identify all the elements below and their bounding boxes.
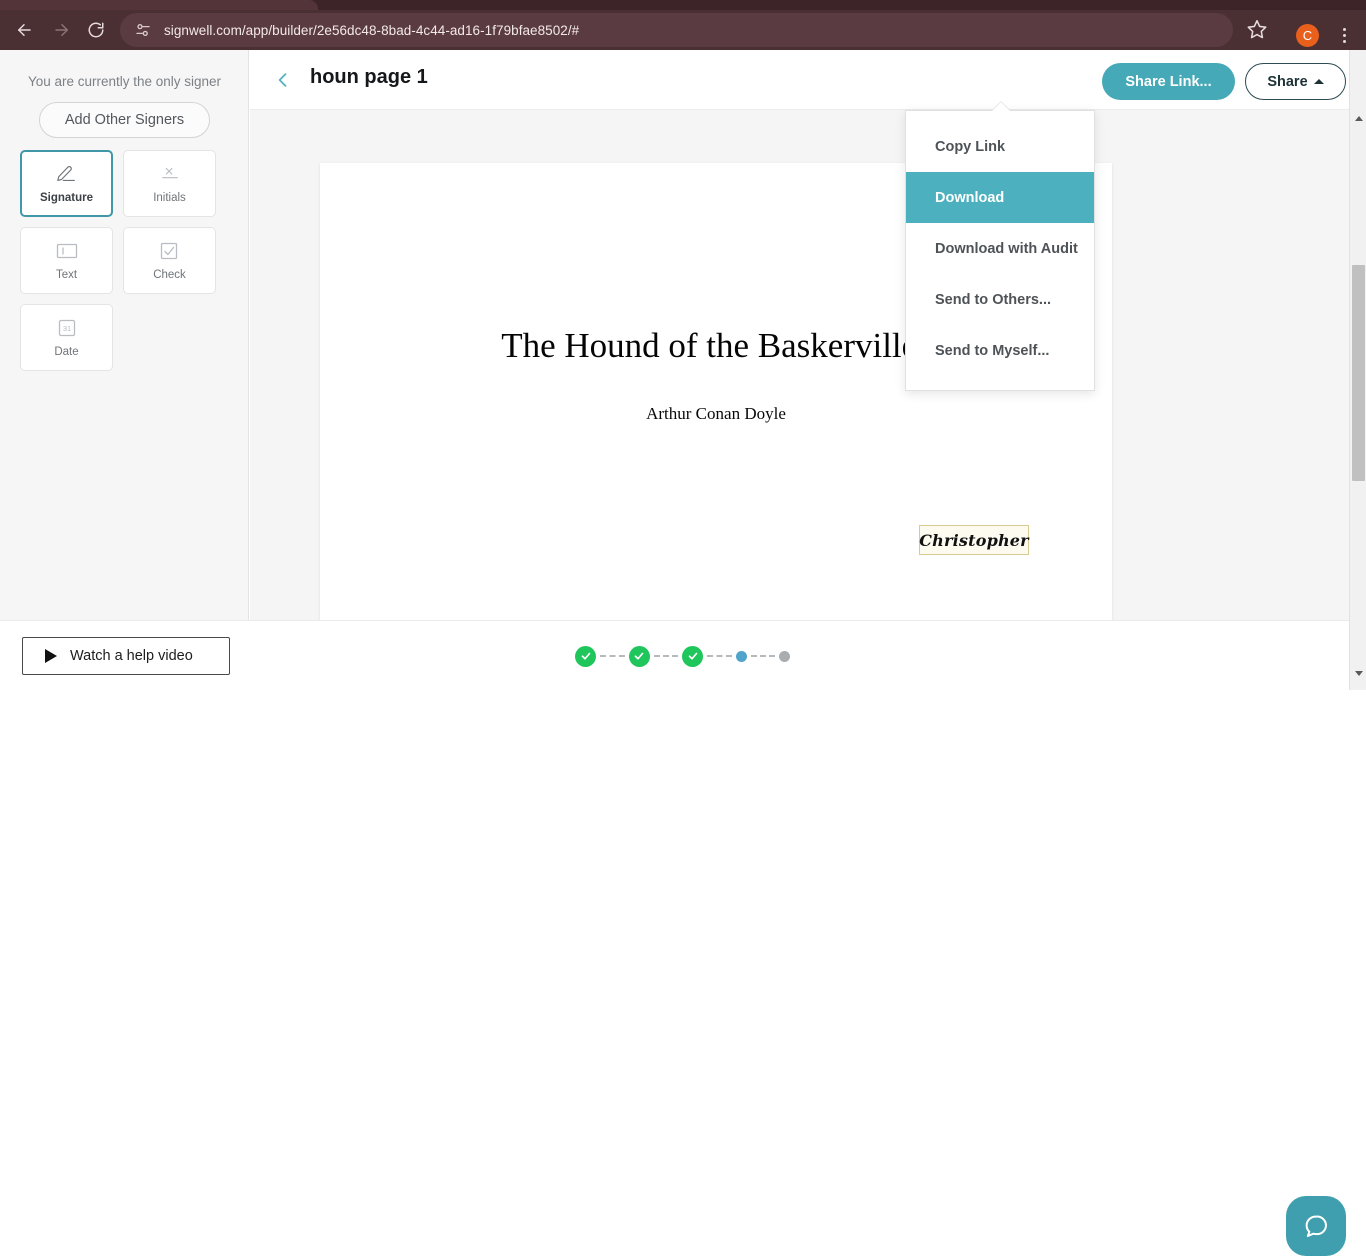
step-connector [750, 655, 775, 657]
menu-item-download[interactable]: Download [906, 172, 1094, 223]
three-dot-menu-icon[interactable] [1334, 23, 1354, 47]
step-connector [600, 655, 625, 657]
field-tile-check[interactable]: Check [123, 227, 216, 294]
scroll-up-arrow-icon[interactable] [1350, 110, 1366, 127]
field-tile-label: Initials [153, 192, 186, 204]
chat-bubble-icon[interactable] [1286, 1196, 1346, 1256]
share-dropdown-label: Share [1267, 73, 1308, 90]
star-icon[interactable] [1246, 18, 1270, 42]
address-bar[interactable]: signwell.com/app/builder/2e56dc48-8bad-4… [120, 13, 1233, 47]
step-connector [707, 655, 732, 657]
chevron-left-icon[interactable] [270, 67, 296, 93]
field-type-tiles: Signature Initials Text Check 31 Date [20, 150, 230, 371]
back-arrow-icon[interactable] [8, 14, 40, 46]
footer-bar: Watch a help video [0, 620, 1366, 1256]
menu-item-download-with-audit[interactable]: Download with Audit [906, 223, 1094, 274]
step-2-done[interactable] [628, 645, 650, 667]
checkbox-icon [157, 240, 183, 262]
browser-chrome: signwell.com/app/builder/2e56dc48-8bad-4… [0, 0, 1366, 50]
browser-tab-active[interactable] [0, 0, 318, 10]
field-tile-signature[interactable]: Signature [20, 150, 113, 217]
play-triangle-icon [45, 649, 57, 663]
share-menu-arrow [992, 102, 1010, 111]
document-header: houn page 1 Share Link... Share [250, 50, 1366, 110]
step-5-pending[interactable] [779, 650, 790, 662]
calendar-31-icon: 31 [54, 317, 80, 339]
watch-help-video-button[interactable]: Watch a help video [22, 637, 230, 675]
menu-item-copy-link[interactable]: Copy Link [906, 121, 1094, 172]
step-4-current[interactable] [735, 650, 747, 662]
step-1-done[interactable] [575, 645, 596, 667]
signer-note: You are currently the only signer [27, 74, 222, 89]
avatar[interactable]: C [1296, 24, 1319, 47]
scrollbar-thumb[interactable] [1352, 265, 1365, 481]
signature-field[interactable]: Christopher [919, 525, 1029, 555]
share-dropdown-button[interactable]: Share [1245, 63, 1346, 100]
document-canvas[interactable]: The Hound of the Baskervilles Arthur Con… [250, 110, 1349, 620]
signature-field-value: Christopher [919, 530, 1029, 550]
app-body: You are currently the only signer Add Ot… [0, 50, 1366, 1256]
step-3-done[interactable] [682, 645, 703, 667]
site-settings-icon[interactable] [134, 21, 152, 39]
url-text: signwell.com/app/builder/2e56dc48-8bad-4… [164, 22, 580, 38]
browser-tab-strip [0, 0, 1366, 10]
field-tile-label: Check [153, 269, 186, 281]
forward-arrow-icon[interactable] [46, 14, 78, 46]
pen-signature-icon [52, 163, 82, 185]
document-author-text: Arthur Conan Doyle [646, 404, 786, 423]
watch-help-video-label: Watch a help video [70, 648, 193, 664]
svg-text:31: 31 [62, 324, 70, 333]
page-title: houn page 1 [310, 66, 428, 88]
share-link-button[interactable]: Share Link... [1102, 63, 1235, 100]
progress-stepper [575, 639, 790, 673]
field-tile-label: Text [55, 269, 78, 281]
share-menu: Copy Link Download Download with Audit S… [905, 102, 1095, 391]
field-tile-text[interactable]: Text [20, 227, 113, 294]
initials-x-icon [155, 163, 185, 185]
browser-nav-row: signwell.com/app/builder/2e56dc48-8bad-4… [0, 10, 1366, 50]
reload-icon[interactable] [80, 14, 112, 46]
left-sidebar: You are currently the only signer Add Ot… [0, 50, 249, 620]
step-connector [653, 655, 678, 657]
menu-item-send-to-myself[interactable]: Send to Myself... [906, 325, 1094, 376]
field-tile-label: Signature [39, 192, 94, 204]
field-tile-date[interactable]: 31 Date [20, 304, 113, 371]
field-tile-initials[interactable]: Initials [123, 150, 216, 217]
text-cursor-icon [54, 240, 80, 262]
caret-up-icon [1313, 79, 1324, 84]
menu-item-send-to-others[interactable]: Send to Others... [906, 274, 1094, 325]
scroll-down-arrow-icon[interactable] [1350, 665, 1366, 682]
field-tile-label: Date [54, 346, 79, 358]
add-other-signers-button[interactable]: Add Other Signers [39, 102, 210, 138]
page-scrollbar[interactable] [1349, 50, 1366, 690]
